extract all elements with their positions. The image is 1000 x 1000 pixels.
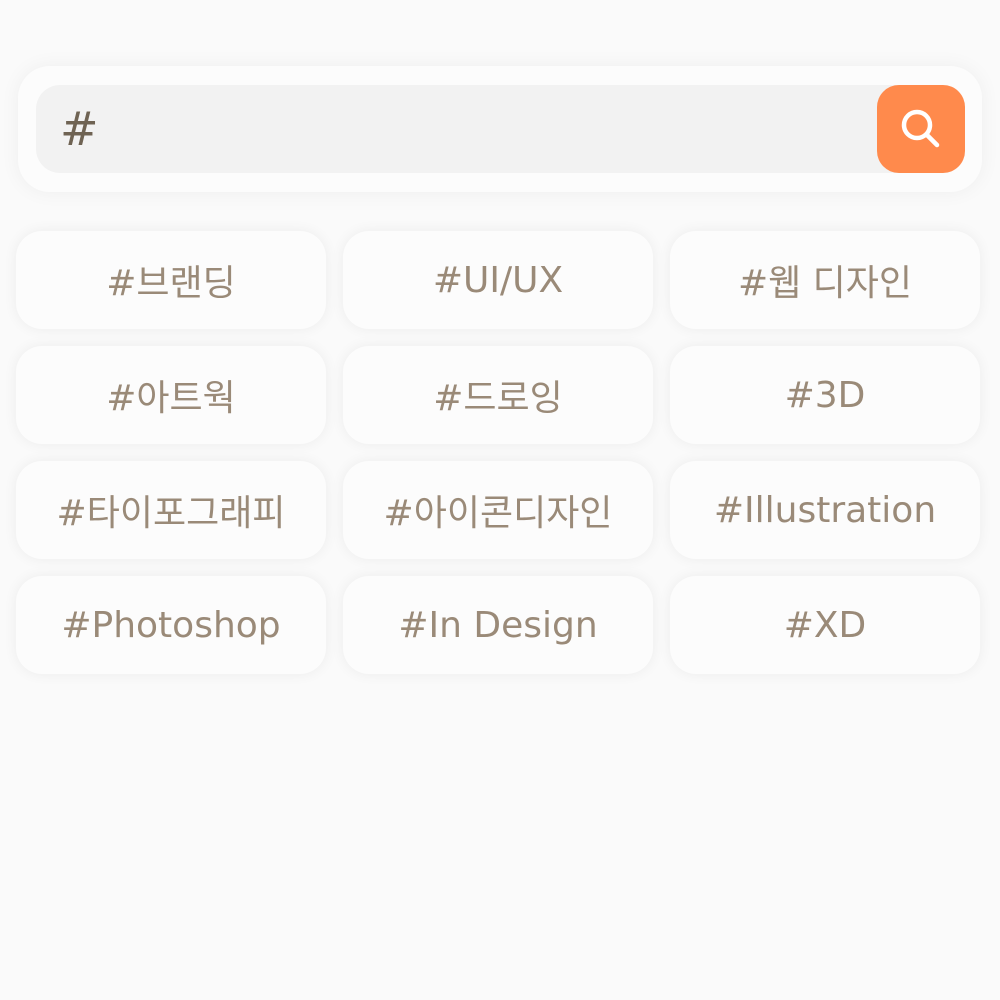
tag-icon-design[interactable]: #아이콘디자인 [343,461,653,559]
tag-drawing[interactable]: #드로잉 [343,346,653,444]
tag-ui-ux[interactable]: #UI/UX [343,231,653,329]
tag-illustration[interactable]: #Illustration [670,461,980,559]
tag-photoshop[interactable]: #Photoshop [16,576,326,674]
tag-web-design[interactable]: #웹 디자인 [670,231,980,329]
search-button[interactable] [877,85,965,173]
tag-grid: #브랜딩 #UI/UX #웹 디자인 #아트웍 #드로잉 #3D #타이포그래피… [16,231,980,674]
tag-artwork[interactable]: #아트웍 [16,346,326,444]
search-input[interactable] [60,85,860,173]
tag-typography[interactable]: #타이포그래피 [16,461,326,559]
tag-branding[interactable]: #브랜딩 [16,231,326,329]
search-icon [901,109,940,148]
tag-in-design[interactable]: #In Design [343,576,653,674]
tag-xd[interactable]: #XD [670,576,980,674]
tag-3d[interactable]: #3D [670,346,980,444]
